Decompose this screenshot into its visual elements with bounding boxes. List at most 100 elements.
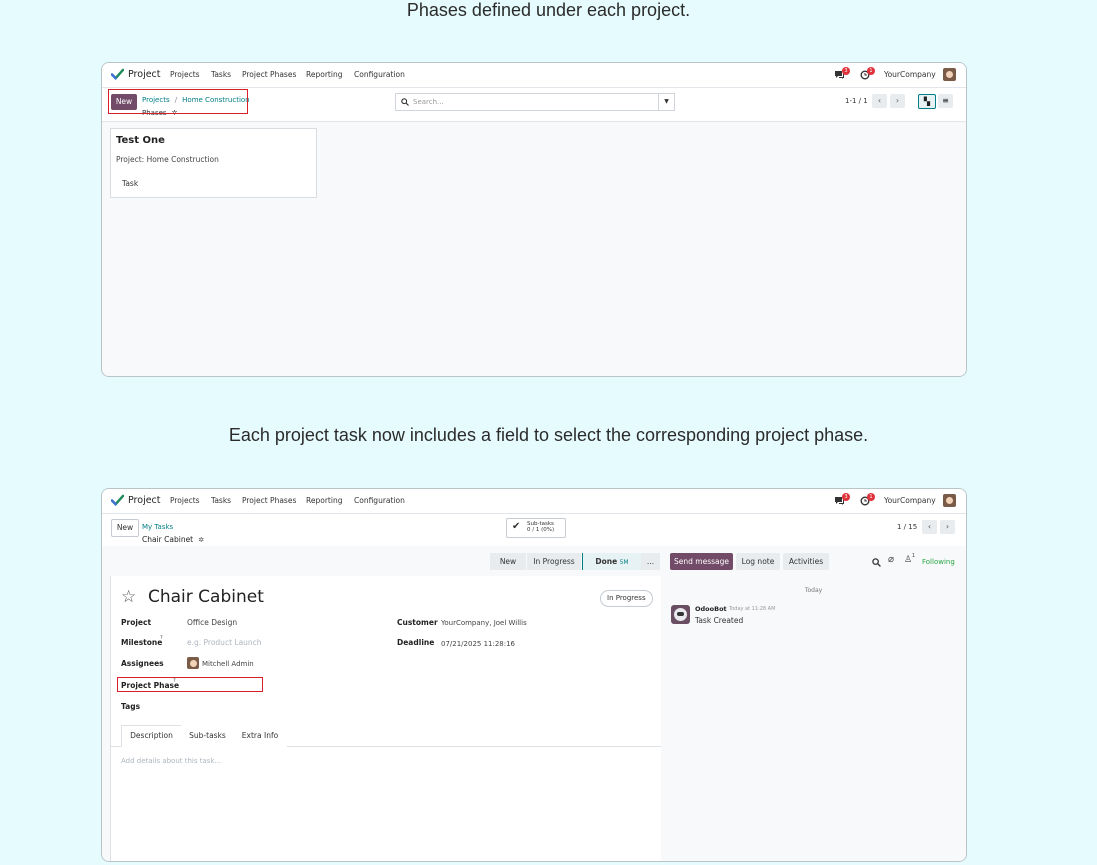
tab-sub-tasks[interactable]: Sub-tasks — [181, 725, 234, 747]
top-navbar: Project Projects Tasks Project Phases Re… — [102, 63, 966, 88]
project-app-icon[interactable] — [111, 494, 124, 507]
search-dropdown-toggle[interactable]: ▼ — [658, 94, 674, 110]
state-badge[interactable]: In Progress — [600, 590, 653, 607]
stage-done-label: Done — [595, 557, 618, 566]
menu-reporting[interactable]: Reporting — [306, 496, 342, 505]
pager-next[interactable]: › — [890, 94, 905, 108]
chatter: Send message Log note Activities ⌀ ♙ 1 F… — [661, 546, 966, 861]
tags-label: Tags — [121, 702, 141, 711]
caption-phases: Phases defined under each project. — [406, 0, 691, 20]
followers-icon[interactable]: ♙ — [904, 555, 912, 565]
description-editor[interactable]: Add details about this task... — [121, 757, 221, 765]
company-switcher[interactable]: YourCompany — [884, 70, 936, 79]
menu-configuration[interactable]: Configuration — [354, 70, 405, 79]
top-navbar: Project Projects Tasks Project Phases Re… — [102, 489, 966, 514]
odoobot-avatar — [671, 605, 690, 624]
paperclip-icon[interactable]: ⌀ — [888, 554, 894, 565]
task-form-screenshot: Project Projects Tasks Project Phases Re… — [101, 488, 967, 862]
user-avatar[interactable] — [943, 68, 956, 81]
highlight-box-breadcrumb — [108, 89, 248, 114]
form-sheet: ☆ Chair Cabinet In Progress Project Offi… — [110, 576, 662, 861]
pager-value[interactable]: 1-1 / 1 — [845, 97, 868, 105]
deadline-label: Deadline — [397, 638, 435, 647]
caption-task-phase: Each project task now includes a field t… — [228, 425, 869, 445]
pager-previous[interactable]: ‹ — [922, 520, 937, 534]
customer-label: Customer — [397, 618, 438, 627]
kanban-icon: ▚ — [923, 97, 931, 106]
app-name[interactable]: Project — [128, 69, 161, 80]
task-title[interactable]: Chair Cabinet — [148, 587, 264, 607]
app-name[interactable]: Project — [128, 495, 161, 506]
activity-badge: 1 — [867, 493, 875, 501]
project-label: Project — [121, 618, 152, 627]
stage-done-time: 5M — [619, 559, 629, 566]
milestone-label: Milestone — [121, 638, 163, 647]
chevron-right-icon: › — [945, 522, 950, 531]
subtasks-count: 0 / 1 (0%) — [527, 527, 555, 533]
search-bar[interactable]: Search... ▼ — [395, 93, 675, 111]
highlight-box-project-phase — [117, 677, 263, 692]
phase-card-task-link[interactable]: Task — [122, 179, 138, 188]
gear-icon[interactable]: ✲ — [198, 536, 204, 544]
phases-screenshot: Project Projects Tasks Project Phases Re… — [101, 62, 967, 377]
pager-value[interactable]: 1 / 15 — [897, 523, 917, 531]
menu-reporting[interactable]: Reporting — [306, 70, 342, 79]
menu-project-phases[interactable]: Project Phases — [242, 496, 296, 505]
message-time: Today at 11:28 AM — [729, 606, 776, 612]
company-switcher[interactable]: YourCompany — [884, 496, 936, 505]
pager-previous[interactable]: ‹ — [872, 94, 887, 108]
assignee-avatar — [187, 657, 199, 669]
breadcrumb-my-tasks[interactable]: My Tasks — [142, 523, 173, 531]
pager-next[interactable]: › — [940, 520, 955, 534]
menu-projects[interactable]: Projects — [170, 70, 200, 79]
phase-card-project: Project: Home Construction — [116, 155, 219, 164]
phase-card-title: Test One — [116, 135, 165, 146]
stage-in-progress[interactable]: In Progress — [527, 553, 581, 570]
activities-button[interactable]: Activities — [783, 553, 829, 570]
menu-project-phases[interactable]: Project Phases — [242, 70, 296, 79]
send-message-button[interactable]: Send message — [670, 553, 733, 570]
list-view-button[interactable]: ≡ — [938, 94, 953, 108]
new-button[interactable]: New — [111, 519, 139, 537]
activity-badge: 1 — [867, 67, 875, 75]
milestone-field[interactable]: e.g. Product Launch — [187, 638, 262, 647]
chat-badge: 3 — [842, 67, 850, 75]
search-icon[interactable] — [872, 558, 881, 567]
menu-tasks[interactable]: Tasks — [211, 70, 231, 79]
stage-new[interactable]: New — [490, 553, 526, 570]
menu-tasks[interactable]: Tasks — [211, 496, 231, 505]
day-separator: Today — [804, 587, 823, 594]
deadline-field[interactable]: 07/21/2025 11:28:16 — [441, 640, 515, 648]
customer-field[interactable]: YourCompany, Joel Willis — [441, 619, 527, 627]
message-author: OdooBot — [695, 605, 727, 613]
subtasks-text: Sub-tasks 0 / 1 (0%) — [527, 521, 554, 533]
search-icon — [401, 98, 409, 106]
log-note-button[interactable]: Log note — [736, 553, 780, 570]
menu-projects[interactable]: Projects — [170, 496, 200, 505]
assignees-label: Assignees — [121, 659, 164, 668]
list-icon: ≡ — [942, 96, 949, 105]
tab-extra-info[interactable]: Extra Info — [233, 725, 287, 747]
user-avatar[interactable] — [943, 494, 956, 507]
check-icon: ✔ — [512, 521, 521, 532]
breadcrumb-current: Chair Cabinet — [142, 535, 194, 544]
phase-card[interactable]: Test One Project: Home Construction Task — [110, 128, 317, 198]
subtasks-smart-button[interactable]: ✔ Sub-tasks 0 / 1 (0%) — [506, 518, 566, 538]
chevron-left-icon: ‹ — [877, 96, 882, 105]
following-button[interactable]: Following — [922, 558, 955, 566]
stage-more[interactable]: ... — [641, 553, 660, 570]
chevron-left-icon: ‹ — [927, 522, 932, 531]
assignees-field[interactable]: Mitchell Admin — [202, 660, 254, 668]
star-icon[interactable]: ☆ — [121, 587, 136, 607]
stage-done[interactable]: Done 5M — [582, 553, 642, 570]
message-body: Task Created — [695, 616, 744, 625]
breadcrumb: My Tasks Chair Cabinet ✲ — [142, 519, 204, 545]
kanban-view-button[interactable]: ▚ — [918, 94, 936, 109]
project-app-icon[interactable] — [111, 68, 124, 81]
tab-description[interactable]: Description — [121, 725, 182, 747]
project-field[interactable]: Office Design — [187, 618, 237, 627]
search-input[interactable]: Search... — [413, 98, 444, 106]
menu-configuration[interactable]: Configuration — [354, 496, 405, 505]
help-icon[interactable]: ? — [160, 635, 163, 641]
followers-count: 1 — [912, 553, 916, 559]
